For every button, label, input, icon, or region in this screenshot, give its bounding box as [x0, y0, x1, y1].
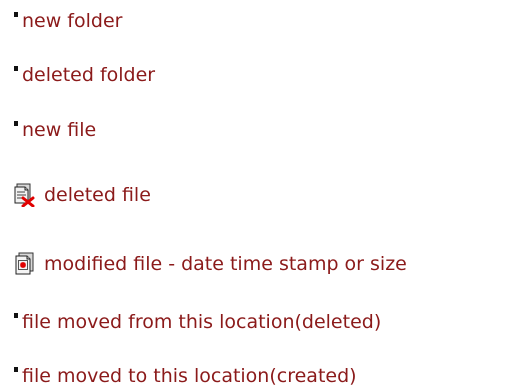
deleted-file-icon	[14, 183, 36, 207]
bullet-icon	[14, 366, 18, 372]
bullet-icon	[14, 120, 18, 126]
legend-item-new-file: new file	[14, 118, 96, 142]
bullet-icon	[14, 11, 18, 17]
bullet-icon	[14, 312, 18, 318]
bullet-icon	[14, 65, 18, 71]
legend-label-new-file: new file	[22, 119, 97, 141]
legend-item-file-moved-to: file moved to this location(created)	[14, 364, 357, 388]
legend-label-deleted-file: deleted file	[44, 184, 151, 206]
legend-item-deleted-folder: deleted folder	[14, 63, 155, 87]
legend-item-file-moved-from: file moved from this location(deleted)	[14, 310, 381, 334]
legend-label-deleted-folder: deleted folder	[22, 64, 156, 86]
legend-item-modified-file: modified file - date time stamp or size	[14, 252, 407, 276]
legend-label-new-folder: new folder	[22, 10, 123, 32]
legend-label-modified-file: modified file - date time stamp or size	[44, 253, 407, 275]
legend-item-deleted-file: deleted file	[14, 183, 151, 207]
file-change-legend: new folder deleted folder new file delet…	[0, 0, 514, 390]
legend-item-new-folder: new folder	[14, 9, 122, 33]
legend-label-file-moved-to: file moved to this location(created)	[22, 365, 357, 387]
modified-file-icon	[14, 252, 36, 276]
legend-label-file-moved-from: file moved from this location(deleted)	[22, 311, 382, 333]
